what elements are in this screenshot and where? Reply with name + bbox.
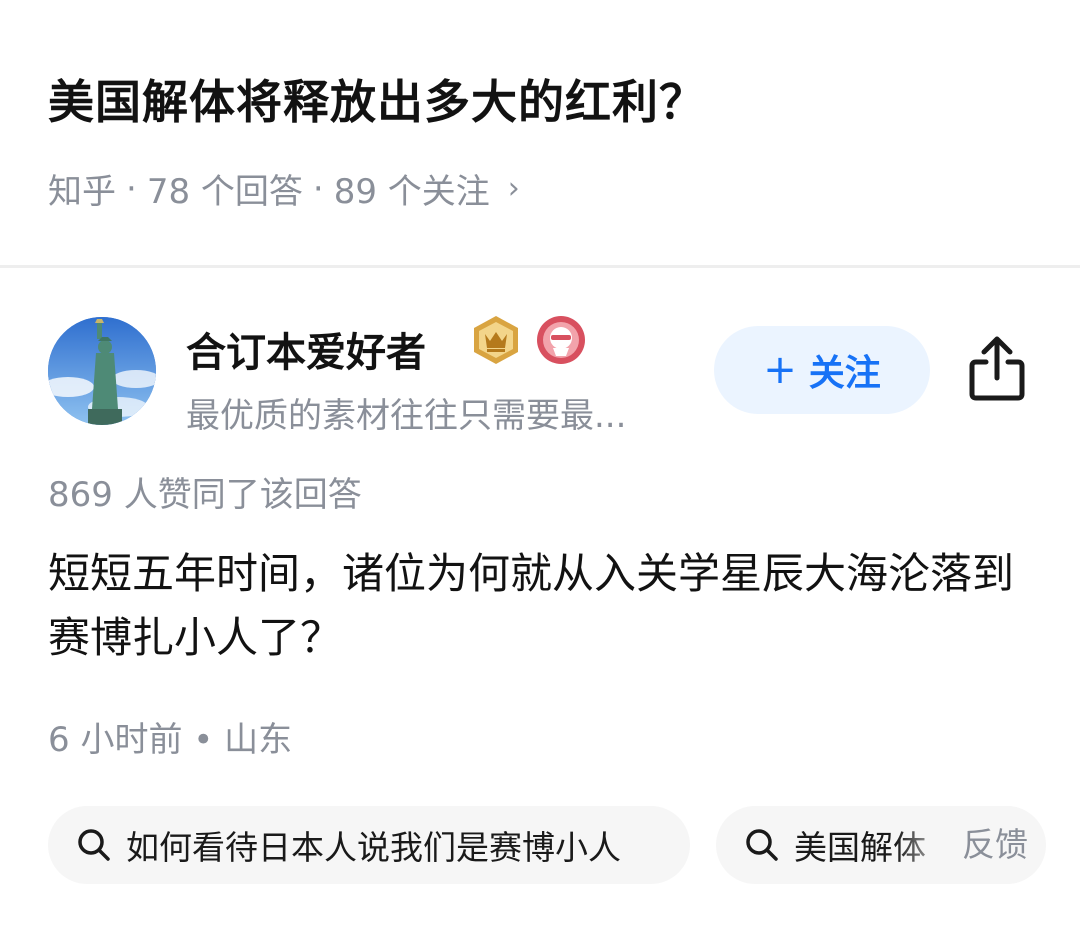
crown-badge-icon[interactable] bbox=[470, 314, 522, 366]
source-label: 知乎 bbox=[48, 172, 116, 212]
follower-count: 89 个关注 bbox=[333, 172, 490, 212]
search-icon bbox=[78, 829, 110, 861]
plus-icon: + bbox=[763, 347, 797, 393]
avatar[interactable] bbox=[48, 317, 156, 425]
author-row: 合订本爱好者 最优质的素材往往只需要最... + 关注 bbox=[0, 300, 1080, 440]
search-icon bbox=[746, 829, 778, 861]
question-header[interactable]: 美国解体将释放出多大的红利？ 知乎 · 78 个回答 · 89 个关注 › bbox=[0, 0, 1080, 265]
author-bio: 最优质的素材往往只需要最... bbox=[186, 396, 627, 436]
answer-time-location: 6 小时前 • 山东 bbox=[48, 720, 293, 760]
chevron-right-icon: › bbox=[507, 171, 520, 206]
related-search-chip[interactable]: 如何看待日本人说我们是赛博小人 bbox=[48, 806, 690, 884]
section-divider bbox=[0, 265, 1080, 268]
follow-button[interactable]: + 关注 bbox=[714, 326, 930, 414]
related-search-chip[interactable]: 美国解体 反馈 bbox=[716, 806, 1046, 884]
like-count: 869 人赞同了该回答 bbox=[48, 475, 362, 515]
text-fade bbox=[896, 806, 956, 884]
answer-count: 78 个回答 bbox=[146, 172, 303, 212]
follow-label: 关注 bbox=[808, 353, 881, 394]
related-searches: 如何看待日本人说我们是赛博小人 美国解体 反馈 bbox=[48, 806, 1046, 884]
question-title[interactable]: 美国解体将释放出多大的红利？ bbox=[48, 66, 706, 132]
related-search-label: 如何看待日本人说我们是赛博小人 bbox=[126, 828, 621, 867]
author-name[interactable]: 合订本爱好者 bbox=[186, 320, 426, 378]
red-emblem-icon[interactable] bbox=[535, 314, 587, 366]
statue-of-liberty-image bbox=[48, 317, 156, 425]
share-icon[interactable] bbox=[964, 334, 1030, 404]
answer-content[interactable]: 短短五年时间，诸位为何就从入关学星辰大海沦落到赛博扎小人了？ bbox=[48, 542, 1038, 670]
meta-separator: · bbox=[312, 168, 324, 209]
question-meta[interactable]: 知乎 · 78 个回答 · 89 个关注 › bbox=[48, 164, 520, 213]
meta-separator: · bbox=[126, 168, 137, 209]
feedback-button[interactable]: 反馈 bbox=[956, 806, 1028, 884]
